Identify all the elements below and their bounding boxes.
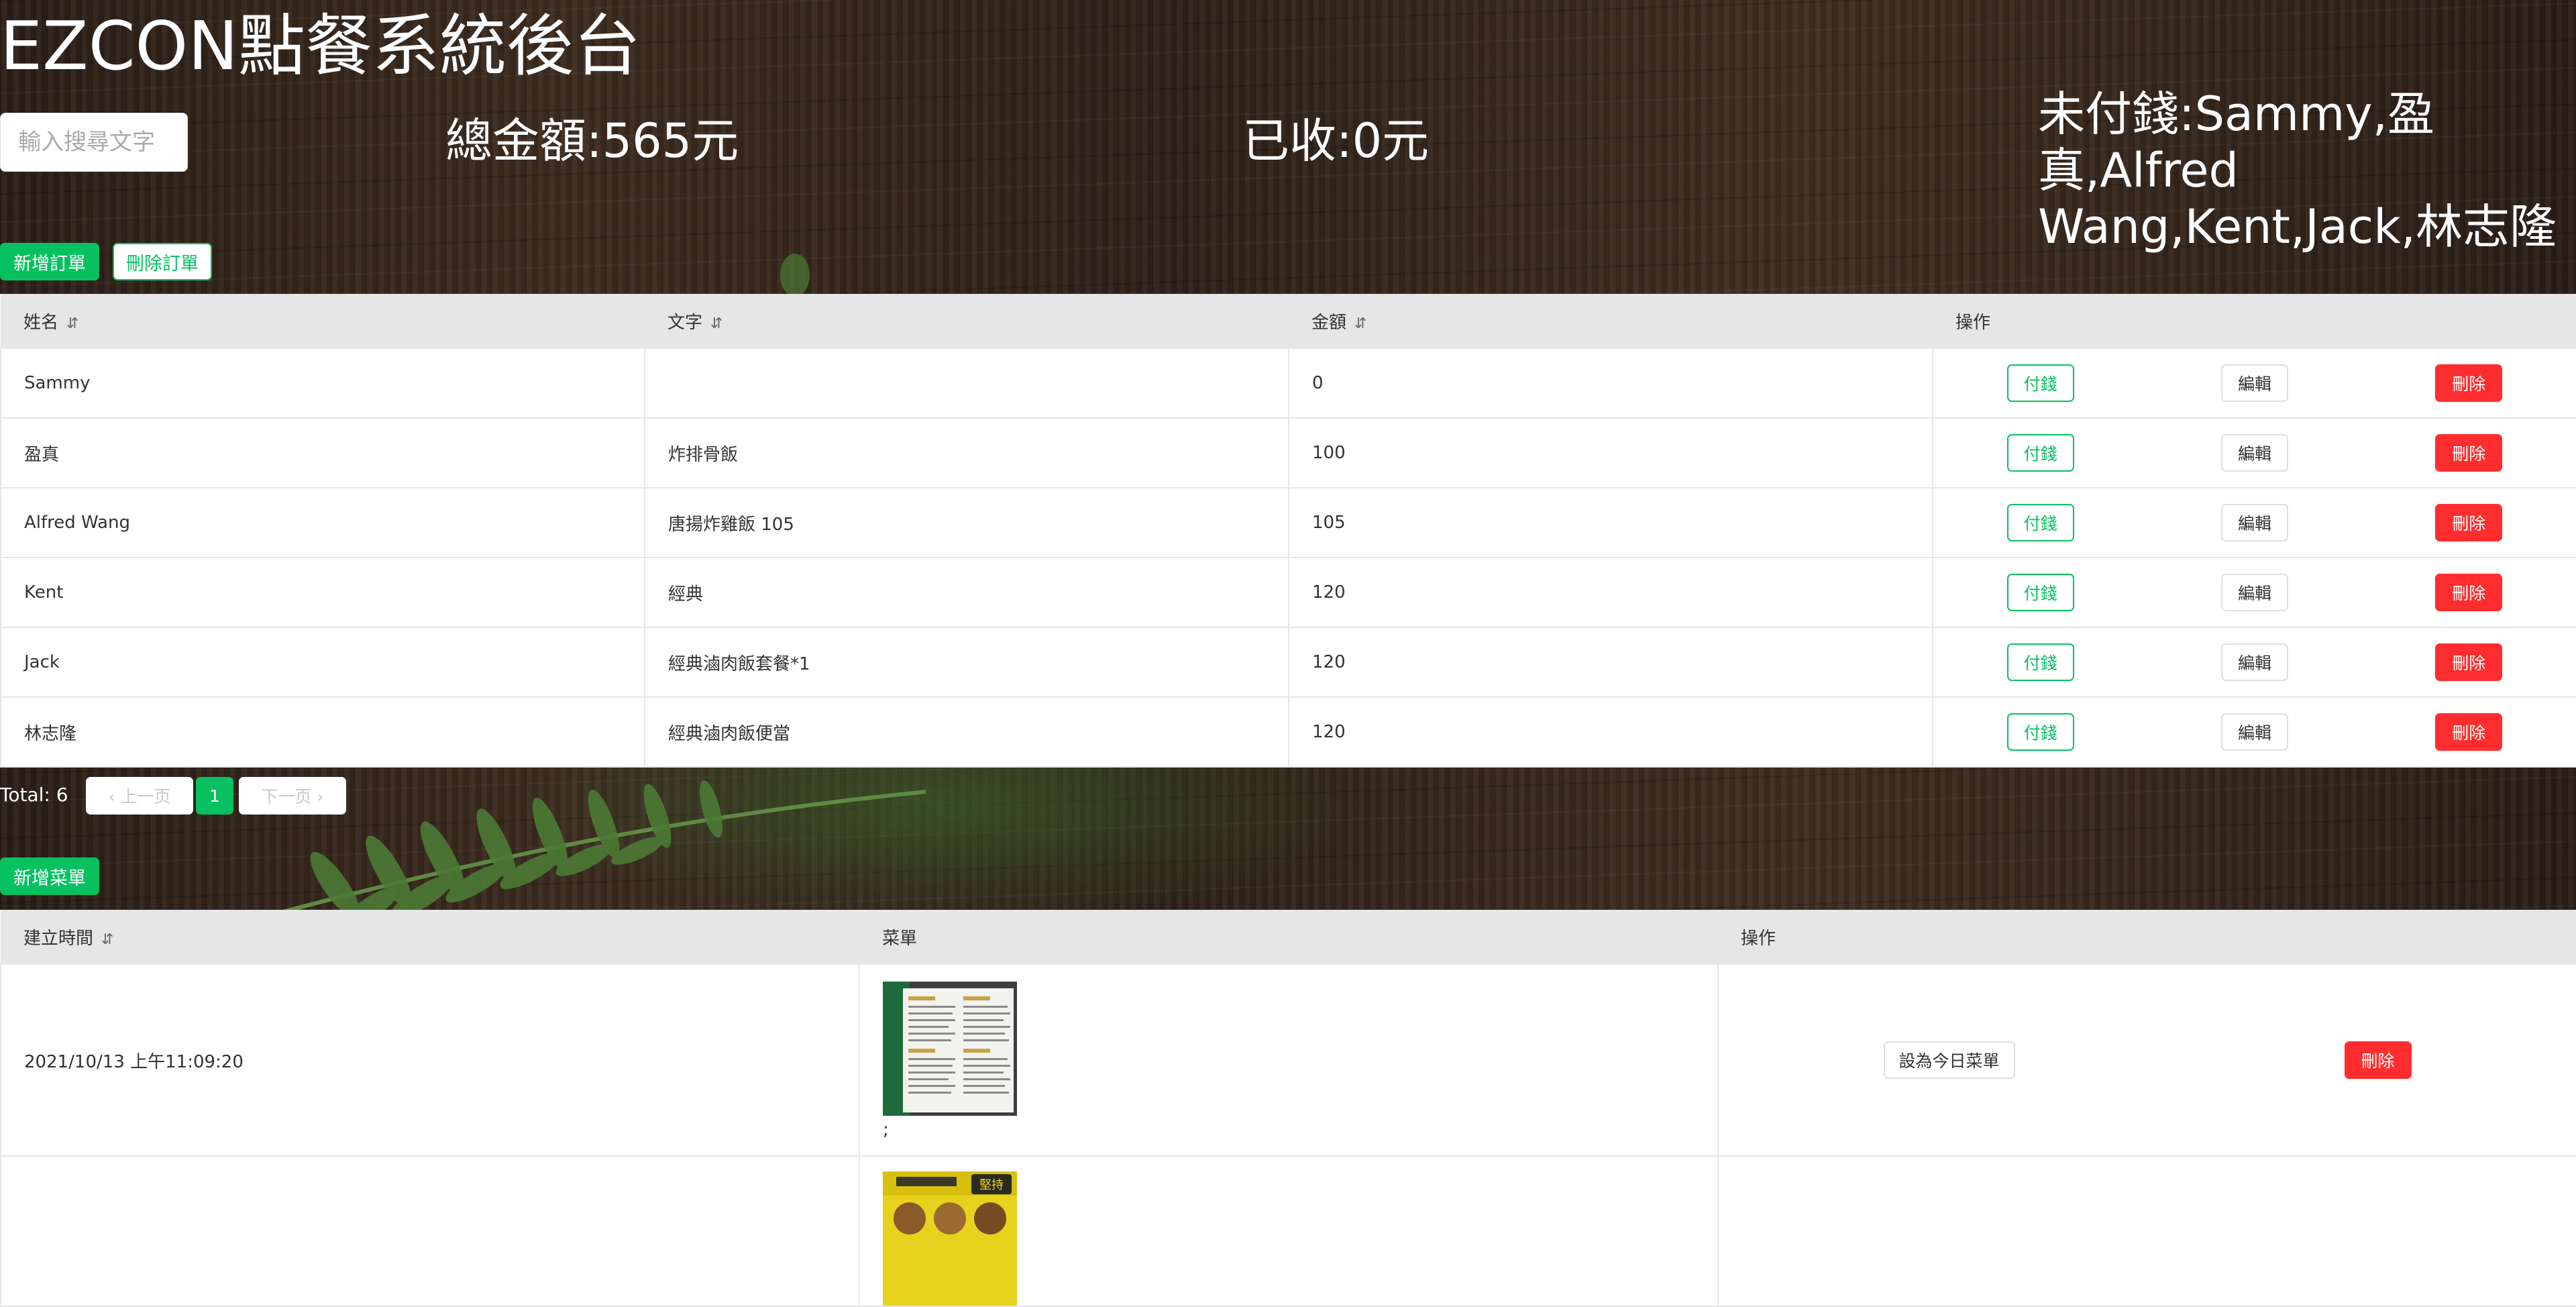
column-label: 操作 [1741,928,1776,949]
column-label: 金額 [1311,312,1347,333]
cell-text: 經典滷肉飯便當 [644,696,1289,768]
column-header-amount[interactable]: 金額 ⇵ [1289,294,1933,348]
cell-name: 林志隆 [0,696,645,768]
sort-icon[interactable]: ⇵ [101,931,113,948]
column-header-created[interactable]: 建立時間 ⇵ [1,910,859,964]
delete-order-button[interactable]: 刪除訂單 [113,243,212,280]
next-page-button[interactable]: 下一页 › [239,777,346,815]
cell-text: 炸排骨飯 [644,417,1289,488]
edit-button[interactable]: 編輯 [2220,713,2288,751]
pay-button[interactable]: 付錢 [2006,643,2074,681]
cell-ops: 付錢 編輯 刪除 [1932,348,2576,419]
edit-button[interactable]: 編輯 [2220,364,2288,402]
cell-ops: 付錢 編輯 刪除 [1932,696,2576,768]
cell-ops: 付錢 編輯 刪除 [1932,627,2576,698]
fern-decoration [272,780,926,912]
search-input[interactable] [0,113,188,172]
cell-text [644,348,1289,419]
edit-button[interactable]: 編輯 [2220,504,2288,541]
edit-button[interactable]: 編輯 [2220,434,2288,472]
column-header-text[interactable]: 文字 ⇵ [645,294,1289,348]
edit-button[interactable]: 編輯 [2220,643,2288,681]
column-label: 姓名 [23,312,59,333]
delete-button[interactable]: 刪除 [2435,574,2503,611]
cell-amount: 120 [1288,557,1933,628]
prev-page-button[interactable]: ‹ 上一页 [86,777,193,815]
column-header-ops: 操作 [1718,910,2576,964]
cell-menu: ; [859,963,1719,1157]
edit-button[interactable]: 編輯 [2220,574,2288,611]
delete-button[interactable]: 刪除 [2435,643,2503,681]
svg-text:堅持: 堅持 [979,1178,1004,1192]
cell-text: 經典滷肉飯套餐*1 [644,627,1289,698]
cell-amount: 0 [1288,348,1933,419]
cell-name: Sammy [0,348,645,419]
page-title: EZCON點餐系統後台 [0,7,641,85]
table-row: 堅持 [0,1155,2576,1307]
cell-created [0,1155,860,1307]
table-row: Alfred Wang 唐揚炸雞飯 105 105 付錢 編輯 刪除 [0,487,2576,558]
cell-amount: 100 [1288,417,1933,488]
pay-button[interactable]: 付錢 [2006,504,2074,541]
cell-created: 2021/10/13 上午11:09:20 [0,963,860,1157]
table-row: 2021/10/13 上午11:09:20 ; 設為今日菜單 刪除 [0,963,2576,1157]
pay-button[interactable]: 付錢 [2006,713,2074,751]
delete-button[interactable]: 刪除 [2435,434,2503,472]
cell-text: 唐揚炸雞飯 105 [644,487,1289,558]
column-header-name[interactable]: 姓名 ⇵ [1,294,645,348]
unpaid-list: 未付錢:Sammy,盈真,Alfred Wang,Kent,Jack,林志隆 [2038,87,2557,254]
fern-decoration-top [780,254,810,295]
table-row: 盈真 炸排骨飯 100 付錢 編輯 刪除 [0,417,2576,488]
column-header-ops: 操作 [1933,294,2576,348]
set-today-menu-button[interactable]: 設為今日菜單 [1883,1041,2015,1079]
column-label: 建立時間 [23,928,94,949]
menus-header-row: 建立時間 ⇵ 菜單 操作 [1,910,2576,964]
column-label: 菜單 [882,928,918,949]
sort-icon[interactable]: ⇵ [66,315,78,332]
add-order-button[interactable]: 新增訂單 [0,243,99,280]
menu-image[interactable]: 堅持 [883,1171,1017,1306]
cell-ops: 付錢 編輯 刪除 [1932,417,2576,488]
pay-button[interactable]: 付錢 [2006,364,2074,402]
pagination-total: Total: 6 [0,784,68,806]
cell-ops: 付錢 編輯 刪除 [1932,557,2576,628]
delete-button[interactable]: 刪除 [2435,504,2503,541]
delete-button[interactable]: 刪除 [2435,713,2503,751]
orders-header-row: 姓名 ⇵ 文字 ⇵ 金額 ⇵ 操作 [1,294,2576,348]
delete-button[interactable]: 刪除 [2435,364,2503,402]
cell-text: 經典 [644,557,1289,628]
column-label: 操作 [1955,312,1991,333]
cell-ops: 設為今日菜單 刪除 [1717,963,2576,1157]
cell-name: Kent [0,557,645,628]
sort-icon[interactable]: ⇵ [710,315,722,332]
menu-suffix-text: ; [883,1120,889,1140]
cell-amount: 120 [1288,627,1933,698]
sort-icon[interactable]: ⇵ [1354,315,1366,332]
cell-ops: 付錢 編輯 刪除 [1932,487,2576,558]
table-row: 林志隆 經典滷肉飯便當 120 付錢 編輯 刪除 [0,696,2576,768]
column-label: 文字 [667,312,703,333]
add-menu-button[interactable]: 新增菜單 [0,857,99,895]
cell-name: Alfred Wang [0,487,645,558]
delete-button[interactable]: 刪除 [2344,1041,2412,1079]
table-row: Sammy 0 付錢 編輯 刪除 [0,348,2576,419]
cell-amount: 105 [1288,487,1933,558]
cell-amount: 120 [1288,696,1933,768]
cell-name: 盈真 [0,417,645,488]
orders-table: 姓名 ⇵ 文字 ⇵ 金額 ⇵ 操作 Sammy 0 付錢 編輯 刪除 盈真 炸排骨飯 … [0,294,2576,768]
cell-ops [1717,1155,2576,1307]
column-header-menu: 菜單 [859,910,1718,964]
total-amount: 總金額:565元 [445,113,739,168]
cell-menu: 堅持 [859,1155,1719,1307]
table-row: Kent 經典 120 付錢 編輯 刪除 [0,557,2576,628]
pay-button[interactable]: 付錢 [2006,434,2074,472]
pay-button[interactable]: 付錢 [2006,574,2074,611]
received-amount: 已收:0元 [1242,113,1430,168]
menus-table: 建立時間 ⇵ 菜單 操作 2021/10/13 上午11:09:20 ; 設為今… [0,910,2576,1307]
page-1-button[interactable]: 1 [196,777,233,815]
menu-image[interactable] [883,982,1017,1116]
table-row: Jack 經典滷肉飯套餐*1 120 付錢 編輯 刪除 [0,627,2576,698]
cell-name: Jack [0,627,645,698]
